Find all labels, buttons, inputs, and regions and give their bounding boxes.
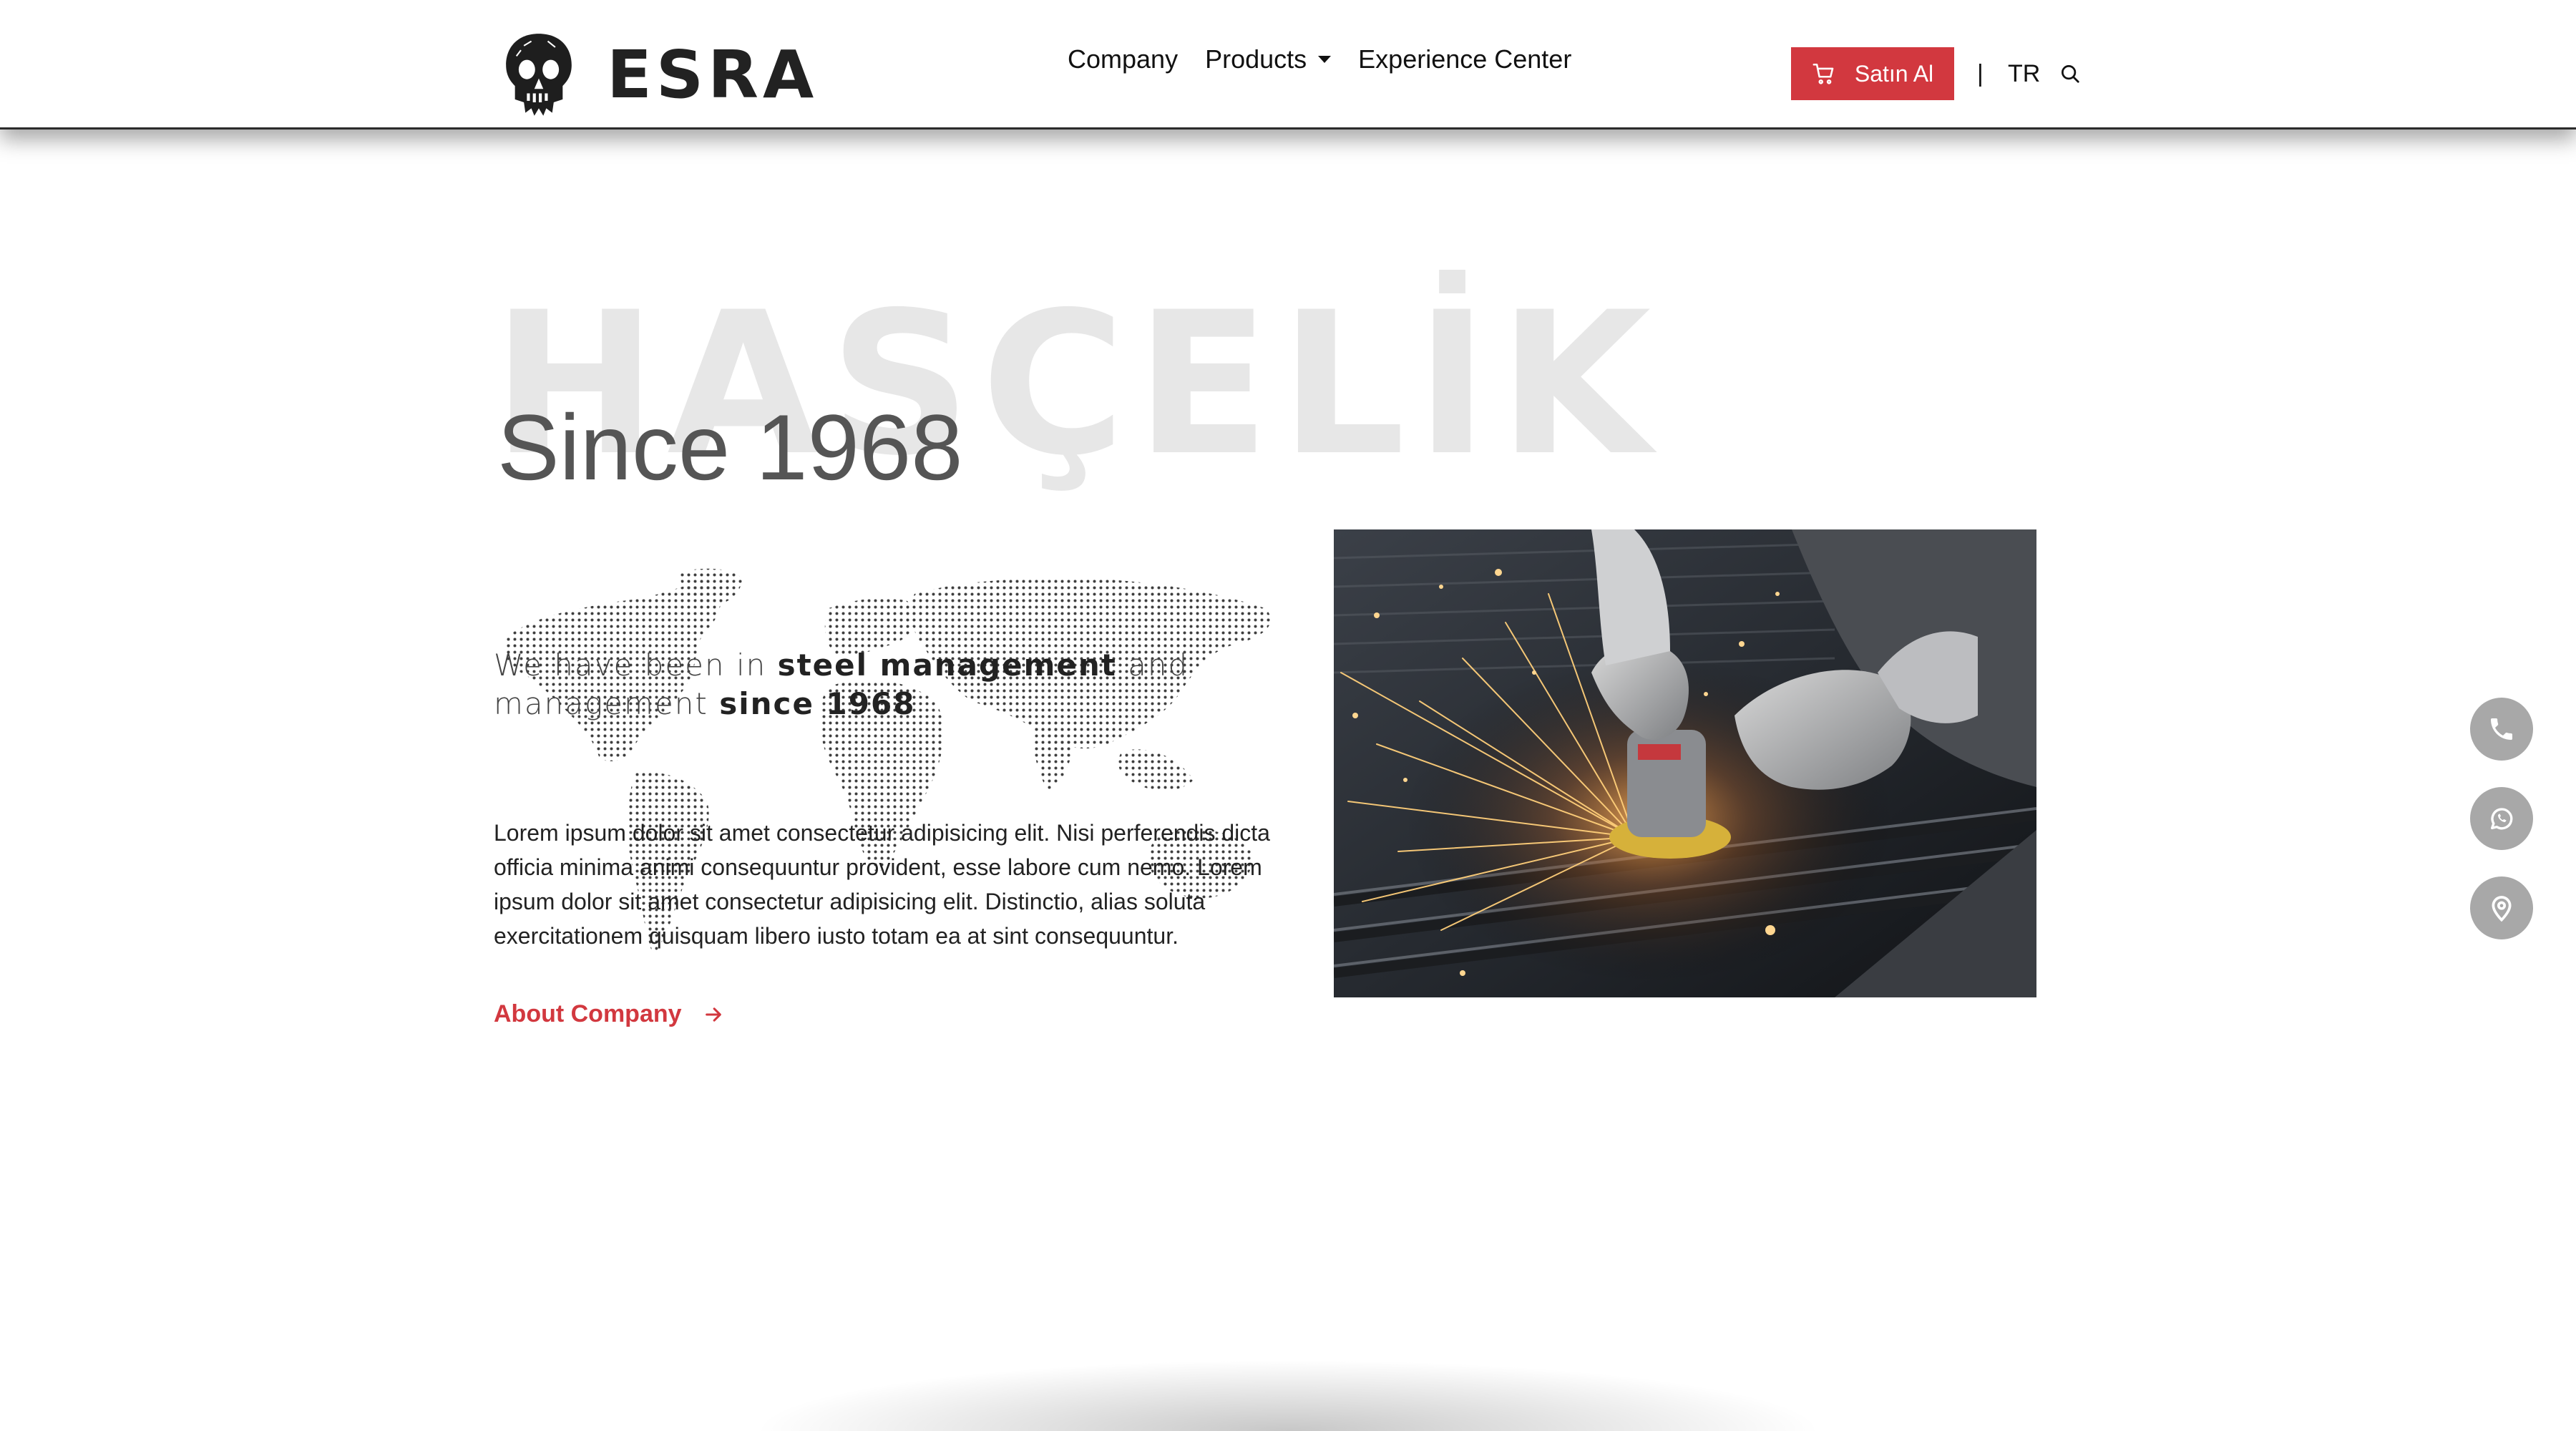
nav-item-products[interactable]: Products [1205, 44, 1332, 74]
nav-item-label: Company [1068, 44, 1179, 74]
page-title: Since 1968 [497, 395, 963, 499]
tagline-text: We have been in [494, 648, 778, 683]
nav-item-experience-center[interactable]: Experience Center [1358, 44, 1571, 74]
nav-item-company[interactable]: Company [1068, 44, 1178, 74]
section-shadow [751, 1359, 1825, 1431]
language-switch[interactable]: TR [2008, 60, 2040, 88]
site-header: ESRA Company Products Experience Center … [0, 0, 2576, 130]
location-icon [2492, 896, 2512, 922]
main-nav: Company Products Experience Center [1068, 44, 1599, 74]
about-company-label: About Company [494, 1000, 682, 1027]
tagline: We have been in steel management and man… [494, 646, 1281, 723]
hero-photo [1334, 529, 2036, 997]
buy-button[interactable]: Satın Al [1791, 47, 1954, 100]
search-icon[interactable] [2059, 63, 2081, 84]
brand-logo[interactable]: ESRA [501, 29, 818, 122]
location-button[interactable] [2470, 876, 2533, 939]
arrow-right-icon [705, 1007, 721, 1022]
tagline-highlight: since 1968 [719, 686, 916, 721]
chevron-down-icon [1318, 56, 1332, 63]
skull-icon [506, 33, 572, 116]
cart-icon [1813, 63, 1834, 84]
nav-item-label: Experience Center [1358, 44, 1572, 74]
whatsapp-button[interactable] [2470, 787, 2533, 850]
intro-paragraph: Lorem ipsum dolor sit amet consectetur a… [494, 820, 1270, 949]
brand-name: ESRA [607, 36, 819, 113]
phone-icon [2491, 718, 2512, 740]
buy-button-label: Satın Al [1854, 60, 1934, 87]
whatsapp-icon [2491, 808, 2513, 830]
phone-button[interactable] [2470, 698, 2533, 761]
nav-item-label: Products [1205, 44, 1307, 74]
header-separator: | [1977, 60, 1984, 87]
tagline-highlight: steel management [777, 648, 1117, 683]
about-company-link[interactable]: About Company [494, 1000, 723, 1028]
